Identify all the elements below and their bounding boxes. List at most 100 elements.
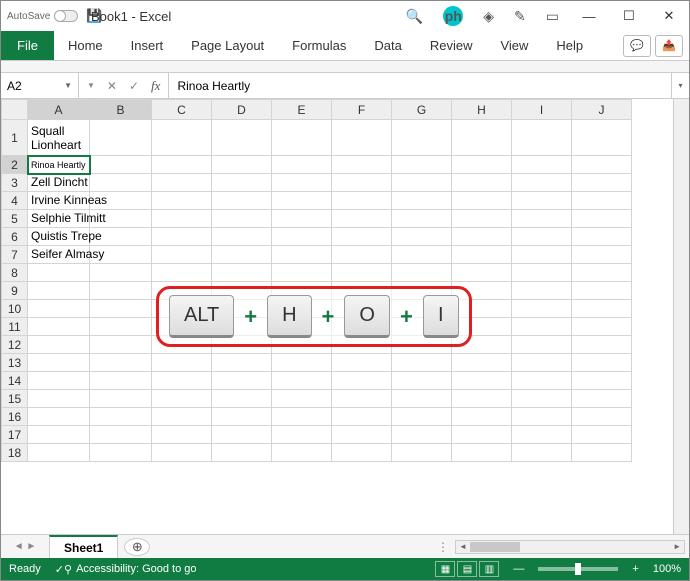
tab-view[interactable]: View bbox=[486, 31, 542, 60]
diamond-icon[interactable]: ◈ bbox=[483, 8, 494, 25]
cell-J7[interactable] bbox=[572, 246, 632, 264]
cell-I4[interactable] bbox=[512, 192, 572, 210]
cell-F4[interactable] bbox=[332, 192, 392, 210]
cell-B5[interactable] bbox=[90, 210, 152, 228]
maximize-button[interactable]: ☐ bbox=[609, 1, 649, 31]
tab-insert[interactable]: Insert bbox=[117, 31, 178, 60]
cell-D3[interactable] bbox=[212, 174, 272, 192]
cell-F17[interactable] bbox=[332, 426, 392, 444]
sheet-tab-active[interactable]: Sheet1 bbox=[49, 535, 118, 558]
col-header-C[interactable]: C bbox=[152, 100, 212, 120]
cell-B18[interactable] bbox=[90, 444, 152, 462]
cell-E14[interactable] bbox=[272, 372, 332, 390]
cell-E3[interactable] bbox=[272, 174, 332, 192]
cell-G18[interactable] bbox=[392, 444, 452, 462]
cell-B15[interactable] bbox=[90, 390, 152, 408]
row-header-8[interactable]: 8 bbox=[2, 264, 28, 282]
cell-J11[interactable] bbox=[572, 318, 632, 336]
cell-A7[interactable]: Seifer Almasy bbox=[28, 246, 90, 264]
cell-B9[interactable] bbox=[90, 282, 152, 300]
cell-B4[interactable] bbox=[90, 192, 152, 210]
col-header-D[interactable]: D bbox=[212, 100, 272, 120]
cell-E13[interactable] bbox=[272, 354, 332, 372]
cell-J14[interactable] bbox=[572, 372, 632, 390]
expand-formula-icon[interactable]: ▾ bbox=[671, 73, 689, 98]
cell-J18[interactable] bbox=[572, 444, 632, 462]
vertical-scrollbar[interactable] bbox=[673, 99, 689, 534]
row-header-1[interactable]: 1 bbox=[2, 120, 28, 156]
cell-A14[interactable] bbox=[28, 372, 90, 390]
chevron-down-icon[interactable]: ▼ bbox=[64, 81, 72, 90]
row-header-13[interactable]: 13 bbox=[2, 354, 28, 372]
page-layout-button[interactable]: ▤ bbox=[457, 561, 477, 577]
file-tab[interactable]: File bbox=[1, 31, 54, 60]
cell-J1[interactable] bbox=[572, 120, 632, 156]
cell-H1[interactable] bbox=[452, 120, 512, 156]
zoom-level[interactable]: 100% bbox=[653, 563, 681, 575]
row-header-18[interactable]: 18 bbox=[2, 444, 28, 462]
cell-E18[interactable] bbox=[272, 444, 332, 462]
cell-I15[interactable] bbox=[512, 390, 572, 408]
accept-icon[interactable]: ✓ bbox=[129, 79, 139, 93]
cell-J16[interactable] bbox=[572, 408, 632, 426]
account-badge[interactable]: ph bbox=[443, 6, 463, 26]
cell-H14[interactable] bbox=[452, 372, 512, 390]
cell-H3[interactable] bbox=[452, 174, 512, 192]
cell-H4[interactable] bbox=[452, 192, 512, 210]
tab-help[interactable]: Help bbox=[542, 31, 597, 60]
cell-I9[interactable] bbox=[512, 282, 572, 300]
cell-F13[interactable] bbox=[332, 354, 392, 372]
row-header-3[interactable]: 3 bbox=[2, 174, 28, 192]
cell-F7[interactable] bbox=[332, 246, 392, 264]
cell-J3[interactable] bbox=[572, 174, 632, 192]
search-icon[interactable]: 🔍 bbox=[406, 8, 423, 25]
cell-C17[interactable] bbox=[152, 426, 212, 444]
col-header-E[interactable]: E bbox=[272, 100, 332, 120]
zoom-slider[interactable] bbox=[538, 567, 618, 571]
cell-A9[interactable] bbox=[28, 282, 90, 300]
cell-C6[interactable] bbox=[152, 228, 212, 246]
sheet-nav[interactable]: ◄ ► bbox=[1, 535, 49, 558]
cell-J2[interactable] bbox=[572, 156, 632, 174]
autosave-toggle[interactable]: AutoSave bbox=[7, 10, 78, 22]
col-header-I[interactable]: I bbox=[512, 100, 572, 120]
cell-F18[interactable] bbox=[332, 444, 392, 462]
cell-F16[interactable] bbox=[332, 408, 392, 426]
cell-D7[interactable] bbox=[212, 246, 272, 264]
cell-B3[interactable] bbox=[90, 174, 152, 192]
wand-icon[interactable]: ✎ bbox=[514, 8, 526, 25]
col-header-J[interactable]: J bbox=[572, 100, 632, 120]
select-all-corner[interactable] bbox=[2, 100, 28, 120]
cell-C8[interactable] bbox=[152, 264, 212, 282]
cell-F3[interactable] bbox=[332, 174, 392, 192]
cell-C3[interactable] bbox=[152, 174, 212, 192]
spreadsheet-grid[interactable]: ABCDEFGHIJ 1Squall Lionheart2Rinoa Heart… bbox=[1, 99, 632, 462]
cell-G13[interactable] bbox=[392, 354, 452, 372]
cell-J12[interactable] bbox=[572, 336, 632, 354]
new-sheet-button[interactable]: ⊕ bbox=[124, 538, 150, 556]
cell-F14[interactable] bbox=[332, 372, 392, 390]
row-header-17[interactable]: 17 bbox=[2, 426, 28, 444]
col-header-H[interactable]: H bbox=[452, 100, 512, 120]
cell-C5[interactable] bbox=[152, 210, 212, 228]
row-header-7[interactable]: 7 bbox=[2, 246, 28, 264]
cell-G7[interactable] bbox=[392, 246, 452, 264]
row-header-14[interactable]: 14 bbox=[2, 372, 28, 390]
cell-G15[interactable] bbox=[392, 390, 452, 408]
horizontal-scrollbar[interactable] bbox=[455, 540, 685, 554]
cell-J4[interactable] bbox=[572, 192, 632, 210]
row-header-16[interactable]: 16 bbox=[2, 408, 28, 426]
cell-G14[interactable] bbox=[392, 372, 452, 390]
cell-G3[interactable] bbox=[392, 174, 452, 192]
cell-G4[interactable] bbox=[392, 192, 452, 210]
cell-H15[interactable] bbox=[452, 390, 512, 408]
close-button[interactable]: ✕ bbox=[649, 1, 689, 31]
row-header-4[interactable]: 4 bbox=[2, 192, 28, 210]
cell-G17[interactable] bbox=[392, 426, 452, 444]
page-break-button[interactable]: ▥ bbox=[479, 561, 499, 577]
col-header-A[interactable]: A bbox=[28, 100, 90, 120]
cell-E17[interactable] bbox=[272, 426, 332, 444]
cell-A3[interactable]: Zell Dincht bbox=[28, 174, 90, 192]
cell-F15[interactable] bbox=[332, 390, 392, 408]
cell-G5[interactable] bbox=[392, 210, 452, 228]
